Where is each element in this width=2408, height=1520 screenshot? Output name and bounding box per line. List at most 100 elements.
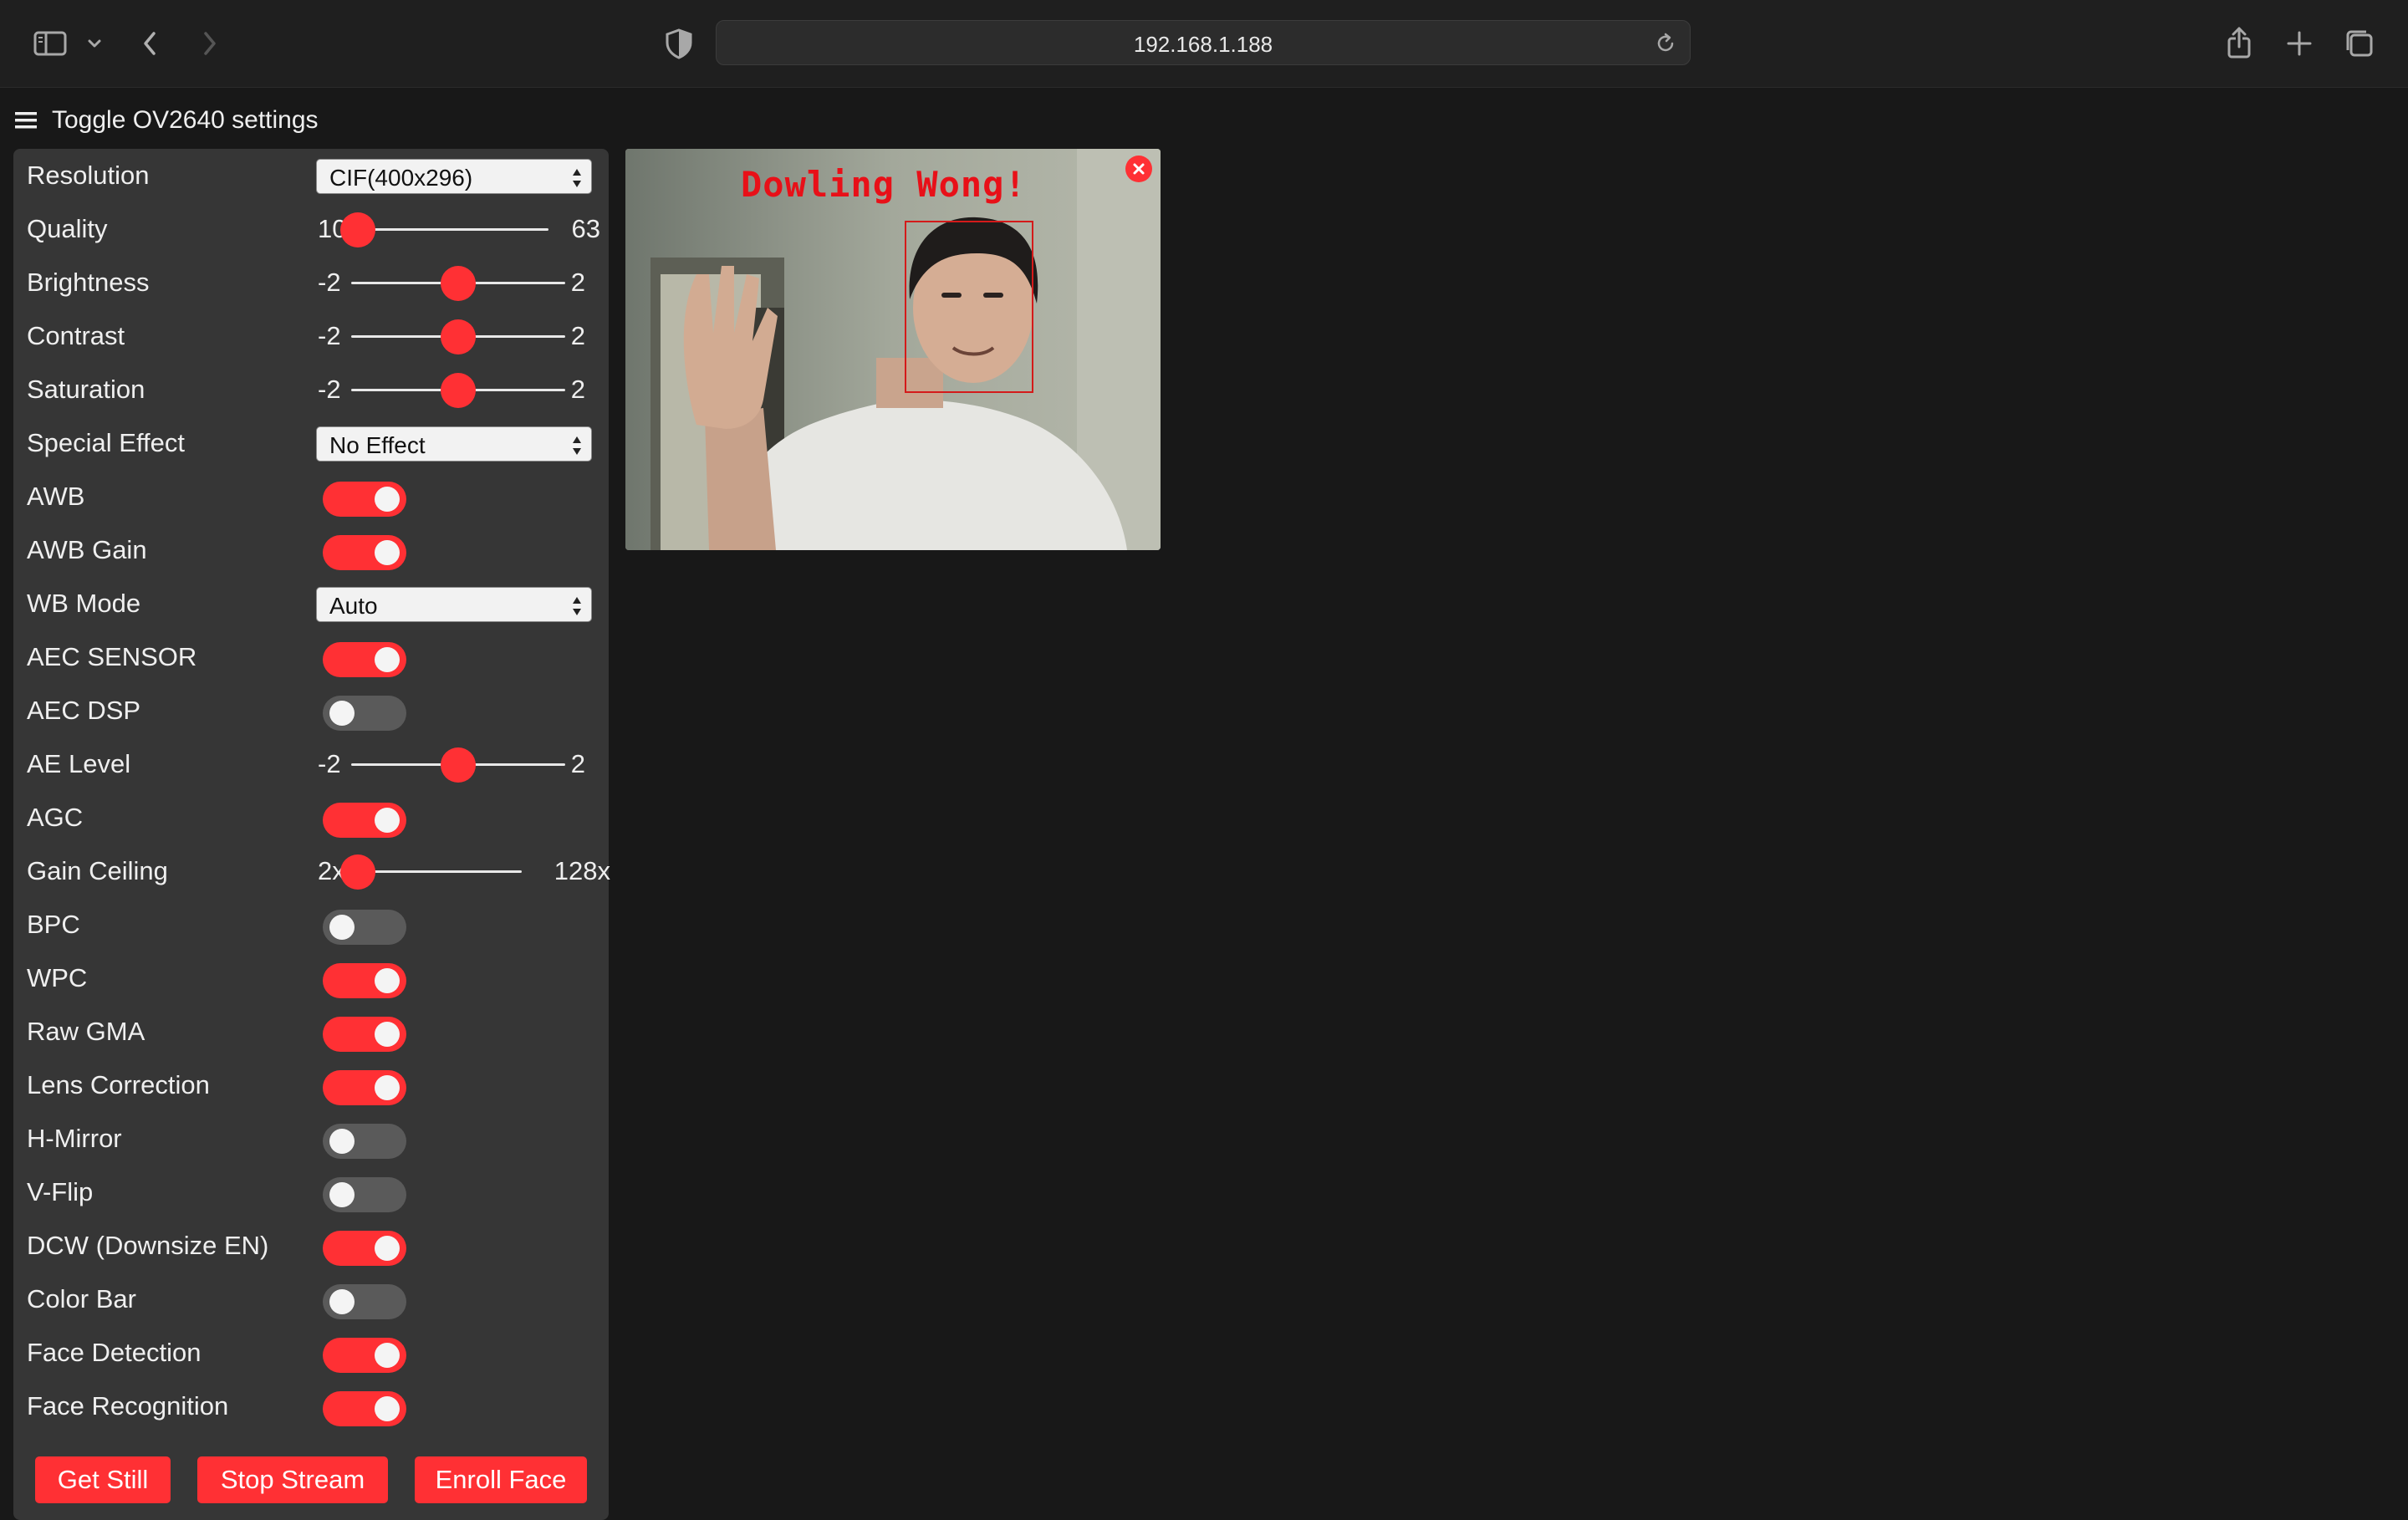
slider-thumb[interactable] <box>441 266 476 301</box>
contrast-min: -2 <box>318 321 341 350</box>
h-mirror-toggle[interactable] <box>323 1124 406 1159</box>
special-effect-row: Special Effect No Effect <box>13 416 592 470</box>
aec-sensor-row: AEC SENSOR <box>13 630 590 684</box>
awb-gain-toggle[interactable] <box>323 535 406 570</box>
slider-thumb[interactable] <box>441 747 476 783</box>
toggle-knob <box>329 1129 355 1154</box>
color-bar-toggle[interactable] <box>323 1284 406 1319</box>
toggle-knob <box>375 1396 400 1421</box>
special-effect-value: No Effect <box>329 432 426 458</box>
enroll-face-button[interactable]: Enroll Face <box>415 1456 587 1503</box>
browser-toolbar: 192.168.1.188 <box>0 0 2408 88</box>
contrast-slider[interactable]: -2 2 <box>318 309 594 363</box>
bpc-label: BPC <box>27 910 80 939</box>
bpc-row: BPC <box>13 898 590 951</box>
stop-stream-button[interactable]: Stop Stream <box>197 1456 388 1503</box>
ae-level-label: AE Level <box>27 749 131 778</box>
reload-icon[interactable] <box>1653 31 1678 56</box>
brightness-slider[interactable]: -2 2 <box>318 256 594 309</box>
wpc-toggle[interactable] <box>323 963 406 998</box>
wb-mode-select[interactable]: Auto <box>316 587 592 622</box>
url-text[interactable]: 192.168.1.188 <box>717 32 1690 58</box>
share-icon[interactable] <box>2221 25 2258 62</box>
aec-dsp-toggle[interactable] <box>323 696 406 731</box>
raw-gma-toggle[interactable] <box>323 1017 406 1052</box>
toggle-knob <box>329 1289 355 1314</box>
close-icon[interactable] <box>1125 156 1152 182</box>
contrast-max: 2 <box>570 321 585 350</box>
face-recognition-toggle[interactable] <box>323 1391 406 1426</box>
toggle-knob <box>375 1343 400 1368</box>
get-still-button[interactable]: Get Still <box>35 1456 171 1503</box>
camera-frame-image <box>625 149 1161 550</box>
face-recognition-row: Face Recognition <box>13 1380 590 1433</box>
slider-thumb[interactable] <box>340 212 375 247</box>
face-detection-box <box>905 221 1033 393</box>
toggle-knob <box>375 540 400 565</box>
recognized-name-overlay: Dowling Wong! <box>741 164 1027 205</box>
gain-ceiling-slider[interactable]: 2x 128x <box>318 844 610 898</box>
sidebar-icon[interactable] <box>32 25 69 62</box>
resolution-value: CIF(400x296) <box>329 165 473 191</box>
face-detection-toggle[interactable] <box>323 1338 406 1373</box>
forward-chevron-right-icon[interactable] <box>191 25 227 62</box>
menu-toggle-label: Toggle OV2640 settings <box>52 106 319 134</box>
quality-slider[interactable]: 10 63 <box>318 202 600 256</box>
settings-menu-toggle[interactable]: Toggle OV2640 settings <box>15 104 319 137</box>
brightness-row: Brightness -2 2 <box>13 256 590 309</box>
lens-correction-label: Lens Correction <box>27 1070 210 1099</box>
toggle-knob <box>375 1075 400 1100</box>
resolution-row: Resolution CIF(400x296) <box>13 149 592 202</box>
resolution-select[interactable]: CIF(400x296) <box>316 159 592 194</box>
awb-toggle[interactable] <box>323 482 406 517</box>
special-effect-select[interactable]: No Effect <box>316 426 592 462</box>
ae-level-max: 2 <box>570 749 585 778</box>
awb-gain-row: AWB Gain <box>13 523 590 577</box>
quality-label: Quality <box>27 214 108 243</box>
select-arrows-icon <box>573 169 581 187</box>
bpc-toggle[interactable] <box>323 910 406 945</box>
back-chevron-left-icon[interactable] <box>132 25 169 62</box>
h-mirror-row: H-Mirror <box>13 1112 590 1166</box>
lens-correction-toggle[interactable] <box>323 1070 406 1105</box>
aec-sensor-label: AEC SENSOR <box>27 642 197 671</box>
toggle-knob <box>375 647 400 672</box>
saturation-row: Saturation -2 2 <box>13 363 590 416</box>
dcw-row: DCW (Downsize EN) <box>13 1219 590 1273</box>
select-arrows-icon <box>573 597 581 615</box>
gain-ceiling-label: Gain Ceiling <box>27 856 168 885</box>
v-flip-label: V-Flip <box>27 1177 94 1206</box>
chevron-down-icon[interactable] <box>84 25 105 62</box>
agc-label: AGC <box>27 803 84 832</box>
gain-ceiling-max: 128x <box>554 856 610 885</box>
contrast-label: Contrast <box>27 321 125 350</box>
ae-level-slider[interactable]: -2 2 <box>318 737 594 791</box>
plus-icon[interactable] <box>2281 25 2318 62</box>
quality-row: Quality 10 63 <box>13 202 600 256</box>
toggle-knob <box>329 915 355 940</box>
v-flip-toggle[interactable] <box>323 1177 406 1212</box>
slider-thumb[interactable] <box>340 854 375 890</box>
wpc-row: WPC <box>13 951 590 1005</box>
contrast-row: Contrast -2 2 <box>13 309 590 363</box>
hamburger-icon[interactable] <box>15 111 37 130</box>
agc-toggle[interactable] <box>323 803 406 838</box>
slider-thumb[interactable] <box>441 319 476 354</box>
resolution-label: Resolution <box>27 161 150 190</box>
tab-overview-icon[interactable] <box>2341 25 2378 62</box>
dcw-toggle[interactable] <box>323 1231 406 1266</box>
saturation-slider[interactable]: -2 2 <box>318 363 594 416</box>
select-arrows-icon <box>573 436 581 455</box>
agc-row: AGC <box>13 791 590 844</box>
gain-ceiling-row: Gain Ceiling 2x 128x <box>13 844 610 898</box>
wb-mode-value: Auto <box>329 593 378 619</box>
shield-icon[interactable] <box>661 25 697 62</box>
slider-track[interactable] <box>355 870 522 873</box>
saturation-min: -2 <box>318 375 341 404</box>
aec-sensor-toggle[interactable] <box>323 642 406 677</box>
address-bar[interactable]: 192.168.1.188 <box>716 20 1691 65</box>
face-recognition-label: Face Recognition <box>27 1391 229 1421</box>
slider-thumb[interactable] <box>441 373 476 408</box>
slider-track[interactable] <box>355 228 548 231</box>
wb-mode-label: WB Mode <box>27 589 141 618</box>
